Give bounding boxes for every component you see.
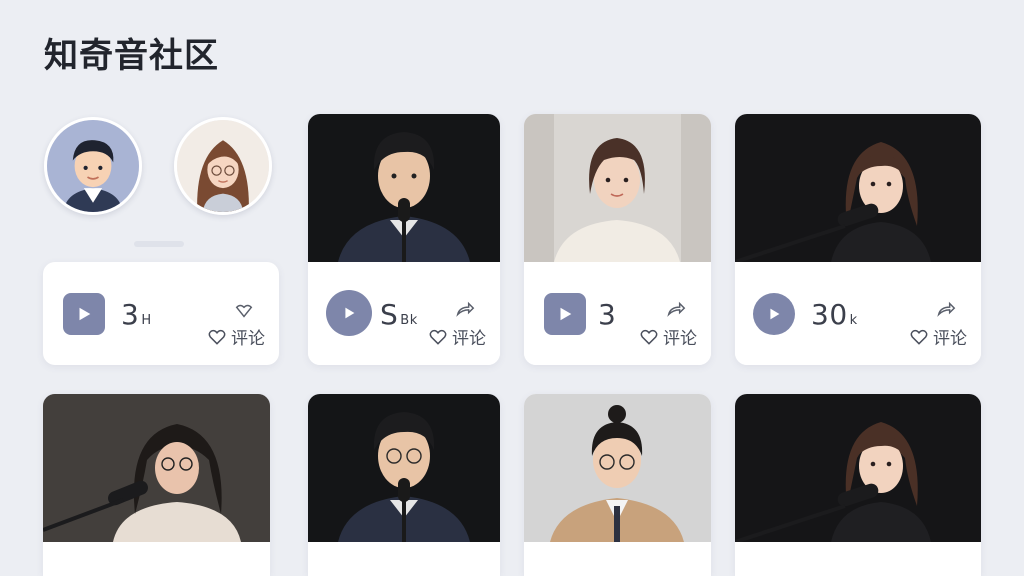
comment-label: 评论 (231, 329, 265, 349)
podcast-photo (524, 114, 711, 262)
play-count: S Bk (380, 298, 418, 331)
card-footer (308, 542, 500, 576)
carousel-indicator[interactable] (134, 241, 184, 247)
play-button[interactable] (63, 293, 105, 335)
card-footer (524, 542, 711, 576)
comment-button[interactable]: 评论 (428, 324, 486, 349)
play-button[interactable] (753, 293, 795, 335)
play-count-value: S (380, 298, 399, 331)
avatar-girl-glasses[interactable] (174, 117, 272, 215)
play-count-suffix: H (141, 313, 152, 328)
comment-button[interactable]: 评论 (207, 324, 265, 349)
play-count-value: 30 (811, 298, 848, 331)
podcast-photo (735, 394, 981, 542)
play-count: 3 (598, 298, 618, 331)
play-icon (79, 307, 91, 321)
heart-icon (640, 329, 658, 345)
heart-icon (910, 329, 928, 345)
heart-outline-icon[interactable] (233, 300, 255, 322)
comment-button[interactable]: 评论 (639, 324, 697, 349)
comment-label: 评论 (933, 329, 967, 349)
podcast-photo (308, 394, 500, 542)
avatar-boy[interactable] (44, 117, 142, 215)
podcast-card-1[interactable]: 3 H 评论 (43, 262, 279, 365)
play-icon (560, 307, 572, 321)
heart-icon (208, 329, 226, 345)
play-count-value: 3 (121, 298, 140, 331)
comment-label: 评论 (452, 329, 486, 349)
podcast-card-4[interactable]: 30 k 评论 (735, 114, 981, 365)
comment-button[interactable]: 评论 (909, 324, 967, 349)
share-arrow-icon[interactable] (665, 298, 687, 320)
play-count: 3 H (121, 298, 152, 331)
play-button[interactable] (544, 293, 586, 335)
play-count: 30 k (811, 298, 858, 331)
play-icon (345, 307, 355, 319)
play-count-value: 3 (598, 298, 617, 331)
podcast-photo (524, 394, 711, 542)
podcast-photo (43, 394, 270, 542)
comment-label: 评论 (663, 329, 697, 349)
play-button[interactable] (326, 290, 372, 336)
card-footer: S Bk 评论 (308, 262, 500, 365)
card-footer (43, 542, 270, 576)
play-icon (770, 308, 780, 320)
play-count-suffix: k (849, 313, 858, 328)
card-footer: 3 评论 (524, 262, 711, 365)
podcast-card-2[interactable]: S Bk 评论 (308, 114, 500, 365)
heart-icon (429, 329, 447, 345)
podcast-photo (735, 114, 981, 262)
share-arrow-icon[interactable] (454, 298, 476, 320)
podcast-card-8[interactable] (735, 394, 981, 576)
play-count-suffix: Bk (400, 313, 418, 328)
card-footer: 30 k 评论 (735, 262, 981, 365)
podcast-card-3[interactable]: 3 评论 (524, 114, 711, 365)
podcast-card-5[interactable] (43, 394, 270, 576)
page-title: 知奇音社区 (44, 36, 219, 76)
podcast-photo (308, 114, 500, 262)
podcast-card-6[interactable] (308, 394, 500, 576)
share-arrow-icon[interactable] (935, 298, 957, 320)
podcast-card-7[interactable] (524, 394, 711, 576)
card-footer (735, 542, 981, 576)
